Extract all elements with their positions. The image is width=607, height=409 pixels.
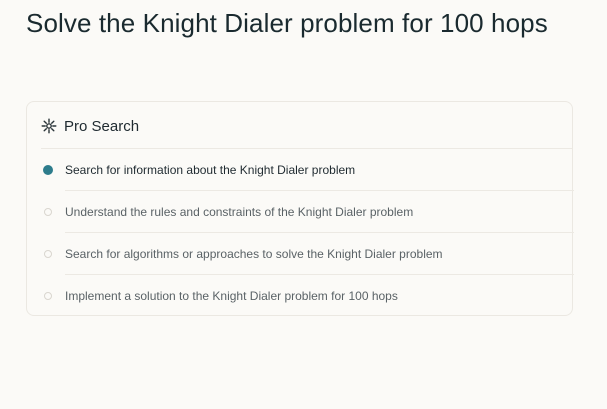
page: Solve the Knight Dialer problem for 100 …: [0, 0, 607, 409]
page-title: Solve the Knight Dialer problem for 100 …: [26, 8, 548, 38]
pro-search-card: Pro Search Search for information about …: [26, 101, 574, 317]
step-label: Understand the rules and constraints of …: [65, 205, 414, 219]
pro-search-icon: [41, 118, 57, 134]
step-list: Search for information about the Knight …: [41, 149, 574, 317]
card-header: Pro Search: [41, 116, 139, 136]
active-step-indicator: [43, 165, 53, 175]
step-item: Search for algorithms or approaches to s…: [41, 233, 574, 275]
pending-step-indicator: [44, 208, 52, 216]
step-label: Search for information about the Knight …: [65, 163, 356, 177]
step-item: Understand the rules and constraints of …: [41, 191, 574, 233]
card-header-label: Pro Search: [64, 117, 140, 135]
step-label: Implement a solution to the Knight Diale…: [65, 289, 398, 303]
step-item: Search for information about the Knight …: [41, 149, 574, 191]
step-item: Implement a solution to the Knight Diale…: [41, 275, 574, 317]
pending-step-indicator: [44, 250, 52, 258]
step-label: Search for algorithms or approaches to s…: [65, 247, 443, 261]
pending-step-indicator: [44, 292, 52, 300]
